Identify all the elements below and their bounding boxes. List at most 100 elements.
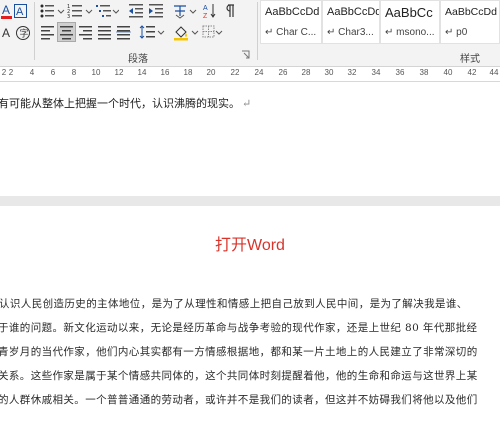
justify-icon	[98, 26, 111, 40]
ruler-tick: 32	[347, 68, 357, 77]
document-page[interactable]: 有可能从整体上把握一个时代，认识沸腾的现实。 ↵	[0, 82, 500, 196]
body-line[interactable]: 于谁的问题。新文化运动以来，无论是经历革命与战争考验的现代作家，还是上世纪 80…	[0, 320, 477, 335]
bullets-button[interactable]	[38, 1, 65, 19]
style-sample: AaBbCc	[385, 5, 433, 20]
style-name-text: Char C...	[276, 27, 317, 38]
line-spacing-icon	[139, 25, 165, 39]
sort-button[interactable]: A Z	[202, 1, 216, 20]
body-line[interactable]: 认识人民创造历史的主体地位，是为了从理性和情感上把自己放到人民中间，是为了解决我…	[0, 296, 468, 311]
align-center-icon	[60, 26, 73, 40]
chinese-layout-icon	[174, 5, 197, 19]
ruler-tick: 36	[395, 68, 405, 77]
svg-text:A: A	[16, 6, 24, 18]
svg-text:A: A	[2, 3, 10, 17]
character-border-button[interactable]: A	[12, 1, 28, 19]
enclose-circle-button[interactable]: 字	[13, 22, 31, 42]
paint-bucket-icon	[174, 26, 199, 41]
svg-text:A: A	[203, 5, 208, 12]
svg-text:Z: Z	[203, 13, 208, 20]
enclose-characters-button[interactable]: A	[0, 22, 13, 42]
align-right-button[interactable]	[76, 22, 95, 42]
style-tile[interactable]: AaBbCcDd ↵ Char3...	[322, 0, 380, 44]
style-bullet: ↵	[327, 27, 339, 38]
multilevel-list-button[interactable]	[94, 1, 119, 19]
ruler-tick: 16	[160, 68, 170, 77]
style-bullet: ↵	[445, 27, 457, 38]
numbering-button[interactable]: 1 2 3	[66, 1, 93, 20]
line-spacing-button[interactable]	[138, 22, 165, 42]
ribbon-separator	[257, 2, 258, 60]
style-name-text: msono...	[396, 27, 435, 38]
borders-button[interactable]	[200, 22, 223, 42]
ruler-tick: 6	[50, 68, 56, 77]
bullets-icon	[40, 4, 65, 18]
decrease-indent-button[interactable]	[126, 1, 144, 19]
document-title[interactable]: 打开Word	[0, 231, 500, 255]
increase-indent-button[interactable]	[146, 1, 164, 19]
ruler-tick: 4	[29, 68, 35, 77]
ruler-tick: 42	[467, 68, 477, 77]
show-hide-marks-button[interactable]	[220, 1, 236, 19]
align-right-icon	[79, 26, 92, 40]
ruler-tick: 20	[206, 68, 216, 77]
styles-group-label: 样式	[460, 54, 480, 65]
shading-button[interactable]	[172, 22, 199, 42]
svg-text:A: A	[2, 26, 10, 40]
style-name: ↵ Char C...	[265, 27, 316, 38]
body-line[interactable]: 的人群休戚相关。一个普普通通的劳动者，或许并不是我们的读者，但这并不妨碍我们将他…	[0, 392, 478, 407]
ruler-tick: 30	[324, 68, 334, 77]
enclose-circle-icon: 字	[16, 26, 30, 40]
ruler-tick: 10	[91, 68, 101, 77]
body-line[interactable]: 关系。这些作家是属于某个情感共同体的，这个共同体时刻提醒着他，他的生命和命运与这…	[0, 368, 478, 383]
ruler-tick: 2	[1, 68, 7, 77]
style-sample: AaBbCcDd	[265, 6, 320, 18]
decrease-indent-icon	[129, 4, 143, 18]
ruler-tick: 8	[71, 68, 77, 77]
style-name: ↵ msono...	[385, 27, 435, 38]
paragraph-mark-icon: ↵	[242, 97, 252, 110]
body-line[interactable]: 青岁月的当代作家，他们内心其实都有一方情感根据地，都和某一片土地上的人民建立了非…	[0, 344, 478, 359]
paragraph-group-label: 段落	[128, 54, 148, 65]
distributed-button[interactable]	[114, 22, 133, 42]
paragraph-text: 有可能从整体上把握一个时代，认识沸腾的现实。	[0, 97, 240, 110]
ruler-tick: 38	[419, 68, 429, 77]
paragraph-dialog-launcher[interactable]	[240, 49, 252, 61]
justify-button[interactable]	[95, 22, 114, 42]
ruler-tick: 28	[301, 68, 311, 77]
svg-text:字: 字	[20, 28, 29, 39]
ruler-tick: 18	[183, 68, 193, 77]
style-name: ↵ Char3...	[327, 27, 374, 38]
ribbon-separator	[34, 2, 35, 60]
ruler-tick: 40	[443, 68, 453, 77]
ruler-tick: 12	[114, 68, 124, 77]
center-button[interactable]	[57, 22, 76, 42]
character-border-icon: A	[14, 4, 27, 18]
borders-icon	[202, 25, 223, 38]
document-page[interactable]: 打开Word 认识人民创造历史的主体地位，是为了从理性和情感上把自己放到人民中间…	[0, 206, 500, 428]
style-tile[interactable]: AaBbCcDd ↵ p0	[440, 0, 500, 44]
ruler-tick: 2	[8, 68, 14, 77]
align-left-button[interactable]	[38, 22, 57, 42]
paragraph[interactable]: 有可能从整体上把握一个时代，认识沸腾的现实。 ↵	[0, 95, 251, 111]
ruler-tick: 26	[278, 68, 288, 77]
increase-indent-icon	[149, 4, 163, 18]
style-tile[interactable]: AaBbCc ↵ msono...	[380, 0, 440, 44]
dialog-launcher-icon	[242, 50, 250, 59]
ruler-tick: 44	[489, 68, 499, 77]
style-bullet: ↵	[385, 27, 397, 38]
horizontal-ruler[interactable]: 2 2 4 6 8 10 12 14 16 18 20 22 24 26 28 …	[0, 67, 500, 82]
ruler-tick: 34	[371, 68, 381, 77]
style-bullet: ↵	[265, 27, 277, 38]
svg-text:3: 3	[67, 14, 70, 20]
align-left-icon	[41, 26, 54, 40]
ruler-tick: 24	[254, 68, 264, 77]
style-name-text: p0	[456, 27, 468, 38]
font-color-button[interactable]: A	[0, 1, 12, 19]
style-tile[interactable]: AaBbCcDd ↵ Char C...	[260, 0, 322, 44]
style-name-text: Char3...	[338, 27, 374, 38]
chinese-layout-button[interactable]	[170, 1, 197, 19]
style-name: ↵ p0	[445, 27, 467, 38]
ribbon: A A A 字 1 2 3 A Z 段落 AaBbCcDd ↵ Char C..…	[0, 0, 500, 67]
sort-icon: A Z	[203, 4, 216, 20]
ruler-tick: 14	[137, 68, 147, 77]
